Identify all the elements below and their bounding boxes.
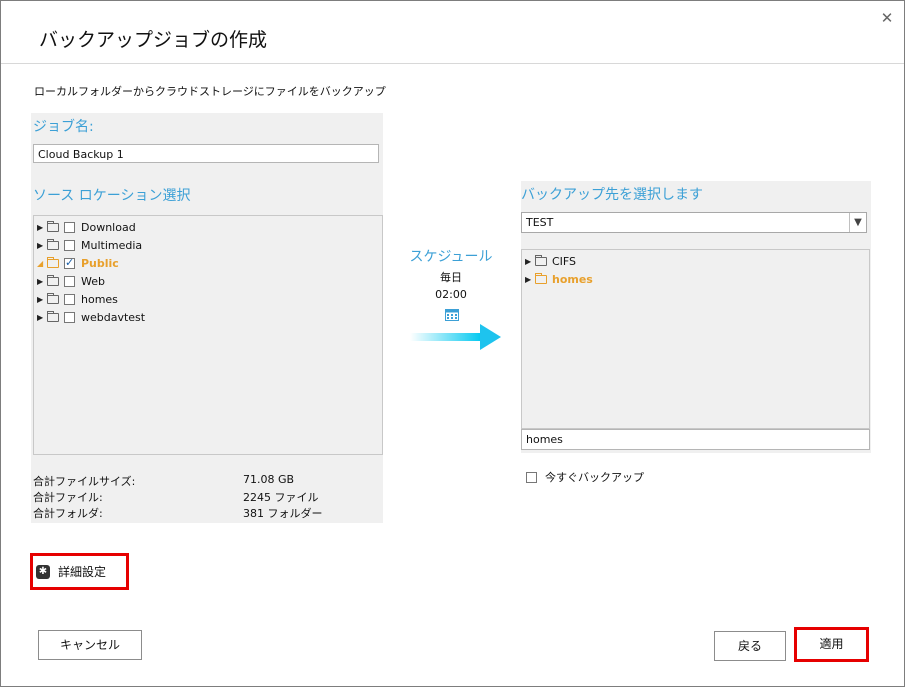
job-name-input[interactable]: Cloud Backup 1	[33, 144, 379, 163]
source-folder-tree: ▶ Download ▶ Multimedia ◢ Public ▶	[33, 215, 383, 455]
stat-value: 381 フォルダー	[243, 507, 323, 520]
schedule-time: 02:00	[435, 288, 467, 301]
tree-row-cifs[interactable]: ▶ CIFS	[525, 252, 576, 270]
schedule-summary: スケジュール 毎日 02:00	[401, 246, 501, 321]
backup-now-checkbox[interactable]	[526, 471, 537, 483]
stat-label: 合計フォルダ:	[33, 507, 103, 520]
stat-value: 2245 ファイル	[243, 491, 319, 504]
advanced-settings-label: 詳細設定	[58, 565, 107, 579]
tree-row-homes[interactable]: ▶ homes	[37, 290, 118, 308]
folder-checkbox[interactable]	[64, 256, 75, 269]
tree-row-public[interactable]: ◢ Public	[37, 254, 119, 272]
expand-arrow-icon[interactable]: ▶	[525, 257, 535, 266]
schedule-frequency: 毎日	[440, 271, 462, 284]
tree-row-web[interactable]: ▶ Web	[37, 272, 105, 290]
source-location-label: ソース ロケーション選択	[33, 188, 191, 204]
expand-arrow-icon[interactable]: ▶	[37, 223, 47, 232]
back-button[interactable]: 戻る	[714, 631, 786, 661]
gear-icon: ✱	[36, 564, 50, 579]
expand-arrow-icon[interactable]: ▶	[37, 241, 47, 250]
folder-icon	[47, 238, 59, 250]
advanced-settings-button[interactable]: ✱ 詳細設定	[30, 553, 129, 590]
folder-name: Web	[81, 274, 105, 288]
stat-label: 合計ファイル:	[33, 491, 103, 504]
folder-icon	[47, 292, 59, 304]
folder-icon	[47, 256, 59, 268]
dialog-subtitle: ローカルフォルダーからクラウドストレージにファイルをバックアップ	[34, 85, 386, 98]
folder-name: Public	[81, 256, 119, 270]
cancel-button[interactable]: キャンセル	[38, 630, 142, 660]
folder-name: homes	[552, 272, 593, 286]
close-icon[interactable]: ✕	[880, 11, 894, 26]
source-stats: 合計ファイルサイズ: 71.08 GB 合計ファイル: 2245 ファイル 合計…	[33, 473, 353, 521]
destination-panel: バックアップ先を選択します TEST ▼ ▶ CIFS ▶ homes home…	[521, 181, 871, 453]
job-name-label: ジョブ名:	[33, 119, 94, 135]
backup-now-label: 今すぐバックアップ	[545, 471, 644, 484]
stat-value: 71.08 GB	[243, 473, 295, 486]
apply-button[interactable]: 適用	[794, 627, 869, 662]
tree-row-webdavtest[interactable]: ▶ webdavtest	[37, 308, 145, 326]
destination-label: バックアップ先を選択します	[521, 187, 703, 203]
collapse-arrow-icon[interactable]: ◢	[37, 259, 47, 268]
tree-row-download[interactable]: ▶ Download	[37, 218, 136, 236]
folder-icon	[535, 254, 547, 266]
folder-checkbox[interactable]	[64, 311, 75, 323]
folder-name: CIFS	[552, 254, 577, 268]
destination-path-input[interactable]: homes	[521, 429, 870, 450]
folder-icon	[47, 220, 59, 232]
stat-label: 合計ファイルサイズ:	[33, 475, 136, 488]
schedule-title: スケジュール	[409, 249, 493, 265]
chevron-down-icon[interactable]: ▼	[849, 213, 866, 232]
folder-name: homes	[81, 292, 118, 306]
folder-checkbox[interactable]	[64, 275, 75, 287]
tree-row-multimedia[interactable]: ▶ Multimedia	[37, 236, 142, 254]
destination-folder-tree: ▶ CIFS ▶ homes	[521, 249, 870, 429]
backup-now-option[interactable]: 今すぐバックアップ	[526, 469, 644, 485]
expand-arrow-icon[interactable]: ▶	[525, 275, 535, 284]
stat-row: 合計ファイルサイズ: 71.08 GB	[33, 473, 353, 489]
folder-checkbox[interactable]	[64, 293, 75, 305]
folder-checkbox[interactable]	[64, 221, 75, 233]
create-backup-job-dialog: バックアップジョブの作成 ✕ ローカルフォルダーからクラウドストレージにファイル…	[0, 0, 905, 687]
folder-icon	[47, 310, 59, 322]
folder-icon	[47, 274, 59, 286]
folder-name: webdavtest	[81, 310, 146, 324]
expand-arrow-icon[interactable]: ▶	[37, 313, 47, 322]
folder-checkbox[interactable]	[64, 239, 75, 251]
folder-icon	[535, 272, 547, 284]
dialog-header: バックアップジョブの作成 ✕	[1, 1, 904, 64]
expand-arrow-icon[interactable]: ▶	[37, 277, 47, 286]
expand-arrow-icon[interactable]: ▶	[37, 295, 47, 304]
tree-row-homes[interactable]: ▶ homes	[525, 270, 593, 288]
destination-select[interactable]: TEST ▼	[521, 212, 867, 233]
direction-arrow-icon	[410, 324, 501, 350]
folder-name: Download	[81, 220, 136, 234]
calendar-icon[interactable]	[445, 308, 459, 321]
folder-name: Multimedia	[81, 238, 143, 252]
stat-row: 合計ファイル: 2245 ファイル	[33, 489, 353, 505]
dialog-title: バックアップジョブの作成	[39, 29, 268, 51]
stat-row: 合計フォルダ: 381 フォルダー	[33, 505, 353, 521]
destination-selected-value: TEST	[526, 216, 554, 229]
source-panel: ジョブ名: Cloud Backup 1 ソース ロケーション選択 ▶ Down…	[31, 113, 383, 523]
